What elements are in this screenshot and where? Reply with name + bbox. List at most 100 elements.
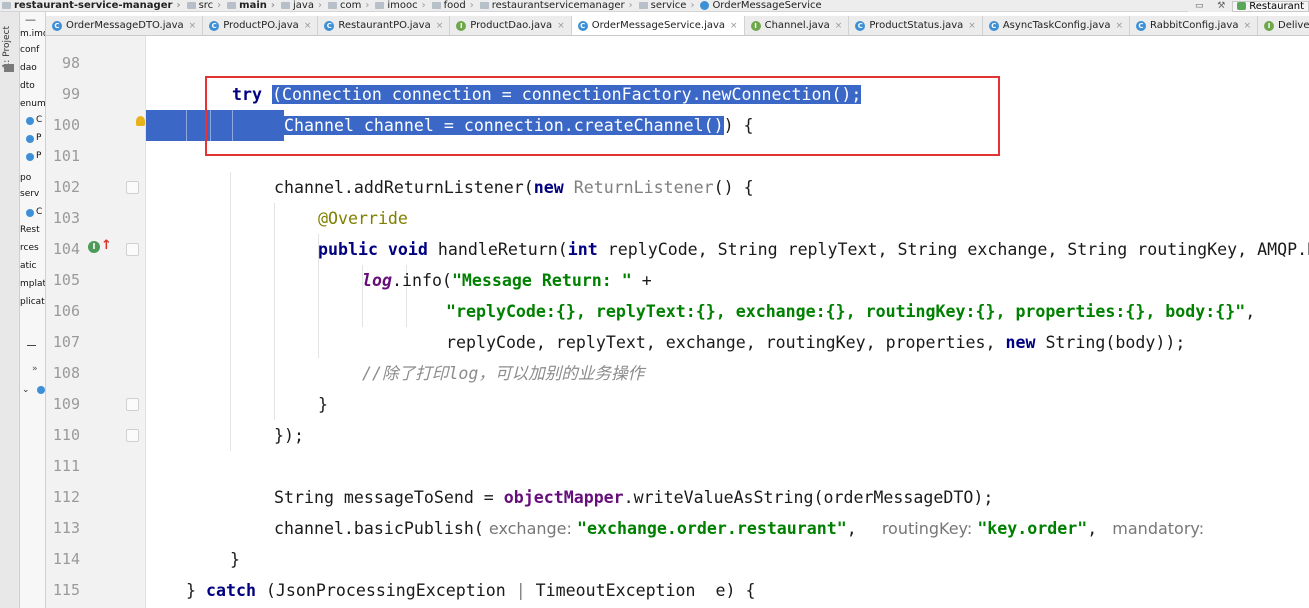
breadcrumb-label: OrderMessageService [712,0,822,11]
build-hammer-icon[interactable]: ⚒ [1215,1,1227,11]
minimize-icon[interactable] [27,345,36,346]
code-line[interactable]: } catch (JsonProcessingException | Timeo… [186,575,755,606]
close-icon[interactable]: × [968,21,976,31]
intention-bulb-icon[interactable] [136,116,145,126]
breadcrumb-item[interactable]: imooc › [373,0,429,11]
project-tree-item[interactable]: C [26,114,42,127]
close-icon[interactable]: × [1243,21,1251,31]
editor-tab[interactable]: C RabbitConfig.java × [1130,16,1259,35]
run-configuration-selector[interactable]: Restaurant [1232,0,1309,12]
breadcrumb-item[interactable]: java › [279,0,326,11]
editor-tab[interactable]: I ProductDao.java × [450,16,572,35]
close-icon[interactable]: × [730,21,738,31]
code-token: routingKey: [876,519,978,538]
project-tree-item[interactable]: serv [20,188,39,201]
editor-tab-label: RestaurantPO.java [338,20,431,31]
code-line[interactable]: replyCode, replyText, exchange, routingK… [446,327,1185,358]
fold-marker-icon[interactable] [126,181,139,194]
fold-marker-icon[interactable] [126,243,139,256]
highlight-annotation-box [205,76,1000,156]
project-tree-item[interactable]: m.imo [20,28,45,41]
project-tree-item[interactable]: P [26,132,41,145]
project-tree-item[interactable]: P [26,150,41,163]
project-tree-item[interactable]: plicat [20,296,45,309]
breadcrumb-item[interactable]: com › [326,0,373,11]
editor-tab[interactable]: C OrderMessageService.java × [571,16,745,35]
code-line[interactable]: channel.basicPublish( exchange: "exchang… [274,513,1209,544]
breadcrumb-item[interactable]: service › [637,0,699,11]
code-line[interactable]: log.info("Message Return: " + [362,265,652,296]
project-tree-item[interactable]: Rest [20,224,40,237]
editor-tab[interactable]: C ProductPO.java × [203,16,319,35]
line-number: 111 [52,457,80,475]
editor-gutter: I ↑ 98 99 100 101 102 103 104 105 106 107 108 109 11… [46,36,146,608]
project-tree-label: enum [20,99,46,109]
class-icon [26,152,34,161]
class-icon: C [988,20,999,31]
code-line[interactable]: channel.addReturnListener(new ReturnList… [274,172,754,203]
line-number: 115 [52,581,80,599]
editor-tab[interactable]: C OrderMessageDTO.java × [46,16,204,35]
editor-tab[interactable]: C AsyncTaskConfig.java × [983,16,1130,35]
implements-method-icon[interactable]: I [88,241,100,253]
line-number: 107 [52,333,80,351]
code-line[interactable]: @Override [318,203,408,234]
folder-icon [431,2,441,9]
line-number: 98 [61,54,80,72]
folder-icon [638,2,648,9]
project-tree-item[interactable]: C [26,206,42,219]
code-line[interactable]: String messageToSend = objectMapper.writ… [274,482,993,513]
project-tree-item[interactable]: enum [20,98,46,111]
fold-marker-icon[interactable] [126,398,139,411]
breadcrumb-item[interactable]: restaurantservicemanager › [478,0,637,11]
code-token: String messageToSend = [274,488,504,507]
override-arrow-icon[interactable]: ↑ [101,239,112,253]
chevron-down-icon[interactable]: ⌄ [22,385,30,395]
fold-marker-icon[interactable] [126,429,139,442]
close-icon[interactable]: × [1115,21,1123,31]
collapse-pane-icon[interactable]: — [25,14,36,26]
breadcrumb-item[interactable]: OrderMessageService [698,0,825,11]
breadcrumb-item[interactable]: main › [225,0,279,11]
close-icon[interactable]: × [304,21,312,31]
structure-icon[interactable]: ▭ [1193,1,1205,11]
folder-icon [375,2,385,9]
code-token: mandatory: [1107,519,1210,538]
breadcrumb-separator: › [317,0,322,11]
close-icon[interactable]: × [835,21,843,31]
spring-boot-icon [1237,2,1247,10]
code-line[interactable]: } [230,544,240,575]
project-tree-item[interactable]: mplat [20,278,45,291]
structure-tool-icon[interactable] [4,64,14,72]
editor-tab[interactable]: IDeliverCallba [1258,16,1309,35]
project-tree-item[interactable]: po [20,172,31,185]
class-icon [26,134,34,143]
breadcrumb-item[interactable]: food › [430,0,478,11]
project-tree-item[interactable]: rces [20,242,39,255]
project-tree-item[interactable]: conf [20,44,39,57]
code-line[interactable]: public void handleReturn(int replyCode, … [318,234,1309,265]
more-icon[interactable]: » [32,364,38,374]
editor-tab[interactable]: I Channel.java × [745,16,850,35]
project-tree-item[interactable]: dto [20,80,35,93]
breadcrumb-label: food [443,0,466,11]
line-number: 101 [52,147,80,165]
project-tree-label: conf [20,45,40,55]
editor-tab[interactable]: C ProductStatus.java × [849,16,983,35]
code-line[interactable]: "replyCode:{}, replyText:{}, exchange:{}… [446,296,1255,327]
breadcrumb-item[interactable]: restaurant-service-manager › [0,0,185,11]
code-line[interactable]: }); [274,420,304,451]
editor-tab[interactable]: C RestaurantPO.java × [318,16,451,35]
code-line[interactable]: } [318,389,328,420]
project-tool-window-button[interactable]: 1: Project [2,26,12,68]
code-token: String(body)); [1035,333,1186,352]
code-token: replyCode, replyText, exchange, routingK… [446,333,1006,352]
code-line[interactable]: //除了打印log，可以加别的业务操作 [362,358,644,389]
breadcrumb-item[interactable]: src › [185,0,226,11]
project-tree-item[interactable]: atic [20,260,37,273]
close-icon[interactable]: × [189,21,197,31]
close-icon[interactable]: × [436,21,444,31]
code-token: , [1087,519,1108,538]
close-icon[interactable]: × [557,21,565,31]
project-tree-item[interactable]: dao [20,62,37,75]
